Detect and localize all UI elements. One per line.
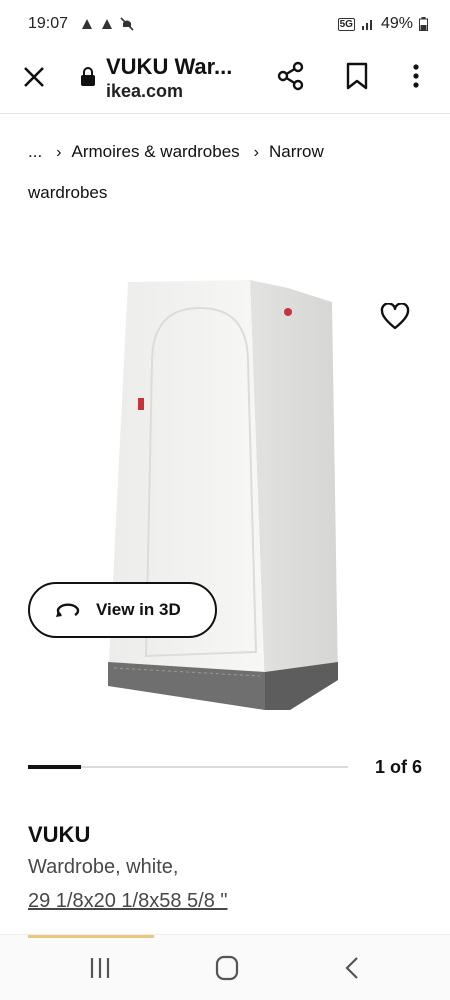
notification-icons — [80, 17, 134, 31]
product-description: Wardrobe, white, — [28, 856, 179, 878]
chevron-right-icon: › — [253, 144, 259, 161]
accent-strip — [28, 935, 154, 938]
home-icon[interactable] — [212, 955, 242, 981]
gallery-progress-fill — [28, 765, 82, 769]
lock-icon[interactable] — [80, 67, 96, 87]
mute-icon — [120, 17, 134, 31]
status-left: 19:07 — [28, 15, 134, 33]
page-title[interactable]: VUKU War... — [106, 54, 232, 80]
chevron-right-icon: › — [56, 144, 62, 161]
breadcrumb-armoires[interactable]: Armoires & wardrobes — [72, 142, 240, 161]
view-in-3d-label: View in 3D — [96, 600, 181, 619]
favorite-heart-icon[interactable] — [380, 303, 410, 331]
back-icon[interactable] — [338, 955, 368, 981]
signal-icon — [361, 20, 372, 30]
product-name: VUKU — [28, 822, 91, 847]
breadcrumb: ... › Armoires & wardrobes › Narrow wardrobe… — [28, 132, 428, 213]
recent-apps-icon[interactable] — [85, 955, 115, 981]
breadcrumb-narrow-cont[interactable]: wardrobes — [28, 183, 107, 202]
android-navigation-bar — [0, 934, 450, 1000]
battery-percent: 49% — [380, 15, 413, 32]
bookmark-icon[interactable] — [344, 61, 370, 91]
browser-toolbar: VUKU War... ikea.com — [0, 48, 450, 114]
product-dimensions-link[interactable]: 29 1/8x20 1/8x58 5/8 " — [28, 890, 227, 913]
status-time: 19:07 — [28, 15, 69, 32]
notification-icon — [82, 19, 93, 29]
view-in-3d-button[interactable]: View in 3D — [28, 582, 217, 638]
rotate-3d-icon — [56, 603, 80, 617]
breadcrumb-narrow[interactable]: Narrow — [269, 142, 324, 161]
close-icon[interactable] — [20, 63, 48, 91]
product-image[interactable] — [100, 270, 350, 720]
status-right: 5G 49% — [337, 15, 428, 33]
gallery-counter: 1 of 6 — [374, 757, 422, 777]
gallery-progress-track — [28, 765, 348, 769]
share-icon[interactable] — [276, 61, 306, 91]
more-options-icon[interactable] — [408, 61, 424, 91]
status-bar: 19:07 5G 49% — [0, 0, 450, 48]
page-url[interactable]: ikea.com — [106, 81, 183, 102]
notification-icon — [102, 19, 113, 29]
breadcrumb-ellipsis[interactable]: ... — [28, 142, 42, 161]
network-type: 5G — [337, 17, 355, 31]
battery-icon — [419, 17, 428, 31]
